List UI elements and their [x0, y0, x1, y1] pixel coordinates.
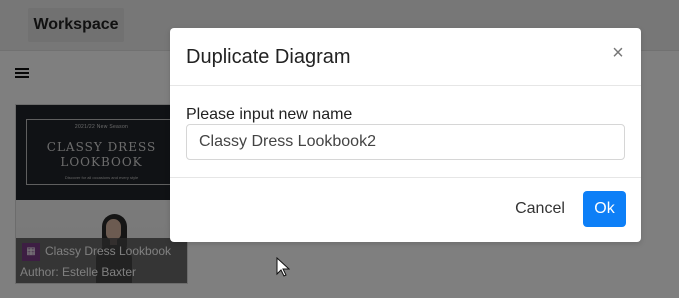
name-label: Please input new name [186, 106, 353, 123]
dialog-title: Duplicate Diagram [186, 46, 351, 68]
cancel-button[interactable]: Cancel [515, 191, 565, 227]
name-input[interactable] [186, 124, 625, 160]
dialog-header: Duplicate Diagram × [170, 28, 641, 86]
duplicate-diagram-dialog: Duplicate Diagram × Please input new nam… [170, 28, 641, 242]
ok-button[interactable]: Ok [583, 191, 626, 227]
mouse-cursor-icon [276, 257, 290, 277]
close-icon[interactable]: × [609, 43, 627, 63]
